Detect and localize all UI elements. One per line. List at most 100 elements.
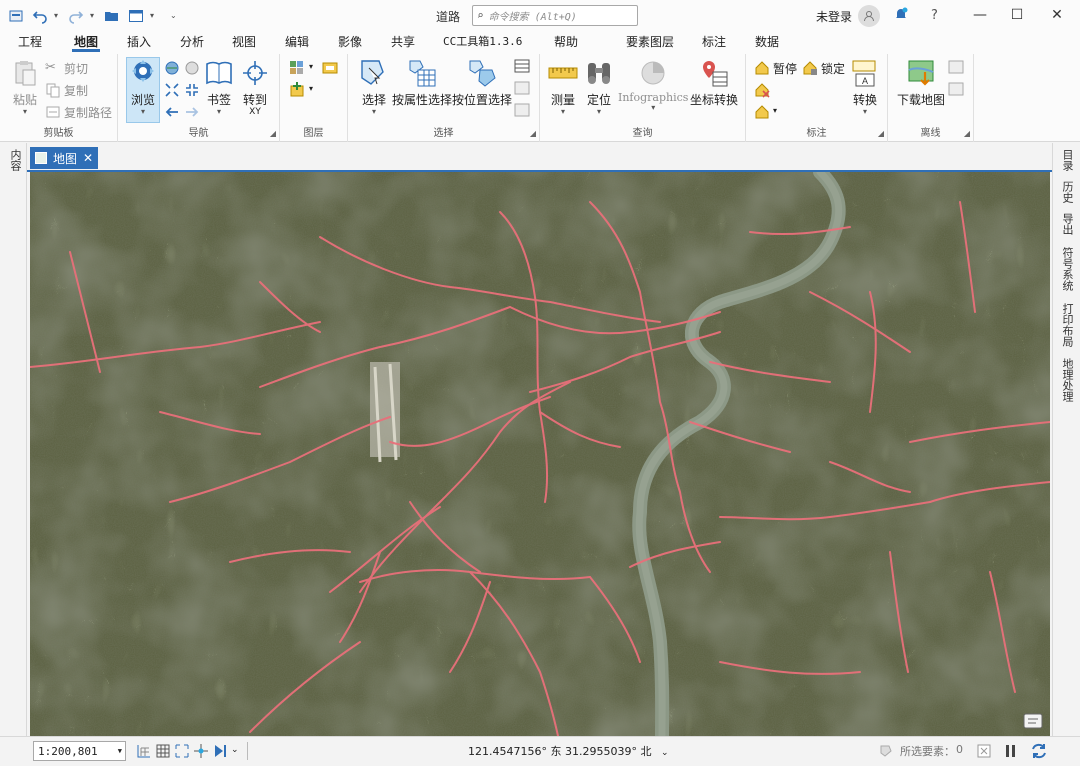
tab-project[interactable]: 工程: [16, 33, 44, 52]
sync-icon[interactable]: [948, 60, 964, 74]
go-back-icon[interactable]: [164, 104, 180, 120]
add-data-dropdown-icon[interactable]: ▾: [309, 84, 313, 93]
copy-path-button[interactable]: 复制路径: [45, 102, 112, 122]
catalog-pane-tab[interactable]: 目录: [1059, 149, 1075, 171]
tab-cc-toolbox[interactable]: CC工具箱1.3.6: [441, 33, 524, 52]
status-tools-dropdown-icon[interactable]: ⌄: [231, 745, 239, 755]
user-avatar-icon[interactable]: [858, 5, 880, 27]
map-view-tab[interactable]: 地图 ✕: [30, 147, 98, 169]
print-layout-pane-tab[interactable]: 打印布局: [1059, 303, 1075, 347]
fixed-zoom-out-icon[interactable]: [184, 82, 200, 98]
command-search-placeholder: 命令搜索 (Alt+Q): [488, 12, 577, 23]
project-icon[interactable]: [6, 6, 26, 26]
history-pane-tab[interactable]: 历史: [1059, 181, 1075, 203]
add-preset-icon[interactable]: [322, 60, 338, 76]
clear-selected-icon[interactable]: [976, 744, 992, 758]
grid-icon[interactable]: [155, 743, 171, 759]
contents-pane-tab[interactable]: 内容: [7, 149, 23, 171]
refresh-icon[interactable]: [1030, 742, 1048, 760]
download-map-button[interactable]: 下载地图: [897, 58, 945, 108]
goto-xy-button[interactable]: 转到 XY: [240, 58, 270, 117]
measure-button[interactable]: 测量 ▾: [548, 58, 578, 116]
tab-insert[interactable]: 插入: [125, 33, 153, 52]
snapping-icon[interactable]: [193, 743, 209, 759]
clear-selection-icon[interactable]: [514, 81, 530, 95]
close-tab-icon[interactable]: ✕: [83, 151, 93, 165]
navigate-launcher-icon[interactable]: ◢: [270, 129, 276, 138]
contents-pane-strip: 内容: [0, 143, 27, 736]
convert-labels-button[interactable]: A 转换 ▾: [850, 58, 880, 116]
more-labeling-icon[interactable]: [754, 104, 772, 120]
minimize-icon[interactable]: —: [965, 5, 995, 25]
binoculars-icon: [588, 63, 610, 84]
remove-offline-icon[interactable]: [948, 82, 964, 96]
labeling-launcher-icon[interactable]: ◢: [878, 129, 884, 138]
geoprocessing-pane-tab[interactable]: 地理处理: [1059, 358, 1075, 402]
undo-dropdown-icon[interactable]: ▾: [54, 11, 62, 20]
view-unplaced-icon[interactable]: [754, 82, 772, 98]
refresh-pause-icon[interactable]: [212, 743, 228, 759]
select-button[interactable]: 选择 ▾: [359, 58, 389, 116]
tab-feature-layer[interactable]: 要素图层: [624, 33, 676, 52]
fixed-zoom-in-icon[interactable]: [164, 82, 180, 98]
attributes-icon[interactable]: [514, 59, 530, 73]
layout-dropdown-icon[interactable]: ▾: [150, 11, 158, 20]
open-folder-icon[interactable]: [102, 6, 122, 26]
tab-view[interactable]: 视图: [230, 33, 258, 52]
more-labeling-dropdown-icon[interactable]: ▾: [773, 106, 777, 115]
undo-icon[interactable]: [30, 6, 50, 26]
command-search-input[interactable]: ⌕ 命令搜索 (Alt+Q): [472, 5, 638, 26]
paste-button[interactable]: 粘贴 ▾: [10, 58, 40, 116]
full-extent-icon[interactable]: [164, 60, 180, 76]
redo-icon[interactable]: [66, 6, 86, 26]
tab-help[interactable]: 帮助: [552, 33, 580, 52]
offline-launcher-icon[interactable]: ◢: [964, 129, 970, 138]
zoom-to-selection-icon[interactable]: [514, 103, 530, 117]
tab-edit[interactable]: 编辑: [283, 33, 311, 52]
export-pane-tab[interactable]: 导出: [1059, 213, 1075, 235]
maximize-icon[interactable]: ☐: [1002, 5, 1032, 25]
login-status[interactable]: 未登录: [816, 8, 852, 25]
select-by-attributes-button[interactable]: 按属性选择: [392, 58, 452, 108]
chat-icon[interactable]: [1023, 713, 1043, 729]
previous-extent-icon[interactable]: [184, 60, 200, 76]
tab-map[interactable]: 地图: [72, 33, 101, 52]
explore-button[interactable]: 浏览 ▾: [126, 57, 160, 123]
pause-drawing-icon[interactable]: [1004, 744, 1018, 758]
window-layout-icon[interactable]: [126, 6, 146, 26]
add-data-icon[interactable]: [289, 82, 307, 98]
status-separator: [247, 742, 248, 760]
bookmarks-button[interactable]: 书签 ▾: [204, 58, 234, 116]
symbology-pane-tab[interactable]: 符号系统: [1059, 247, 1075, 291]
selection-launcher-icon[interactable]: ◢: [530, 129, 536, 138]
copy-button[interactable]: 复制: [45, 80, 88, 100]
basemap-icon[interactable]: [289, 60, 307, 76]
infographics-button[interactable]: Infographics ▾: [618, 58, 688, 112]
select-by-location-button[interactable]: 按位置选择: [452, 58, 512, 108]
tab-data[interactable]: 数据: [753, 33, 781, 52]
scale-selector[interactable]: 1:200,801 ▼: [33, 741, 126, 761]
lock-labels-button[interactable]: 锁定: [802, 58, 845, 78]
cut-button[interactable]: ✂ 剪切: [45, 58, 88, 78]
locate-dropdown-icon: ▾: [596, 107, 601, 116]
title-bar: ▾ ▾ ▾ ⌄ 道路 ⌕ 命令搜索 (Alt+Q) 未登录 ? — ☐ ✕: [0, 0, 1080, 31]
customize-qa-icon[interactable]: ⌄: [170, 11, 178, 20]
locate-button[interactable]: 定位 ▾: [584, 58, 614, 116]
selected-features-count: 0: [956, 743, 963, 756]
tab-share[interactable]: 共享: [389, 33, 417, 52]
pause-labels-button[interactable]: 暂停: [754, 58, 797, 78]
close-window-icon[interactable]: ✕: [1042, 5, 1072, 25]
coordinate-format-dropdown-icon[interactable]: ⌄: [661, 748, 669, 758]
grid-snap-icon[interactable]: [136, 743, 152, 759]
redo-dropdown-icon[interactable]: ▾: [90, 11, 98, 20]
tab-imagery[interactable]: 影像: [336, 33, 364, 52]
tab-labeling[interactable]: 标注: [700, 33, 728, 52]
coordinate-conversion-button[interactable]: 坐标转换: [690, 58, 738, 108]
go-forward-icon[interactable]: [184, 104, 200, 120]
correction-icon[interactable]: [174, 743, 190, 759]
basemap-dropdown-icon[interactable]: ▾: [309, 62, 313, 71]
map-view[interactable]: [30, 172, 1050, 736]
tab-analysis[interactable]: 分析: [178, 33, 206, 52]
help-icon[interactable]: ?: [931, 8, 938, 23]
notification-bell-icon[interactable]: [893, 6, 911, 24]
